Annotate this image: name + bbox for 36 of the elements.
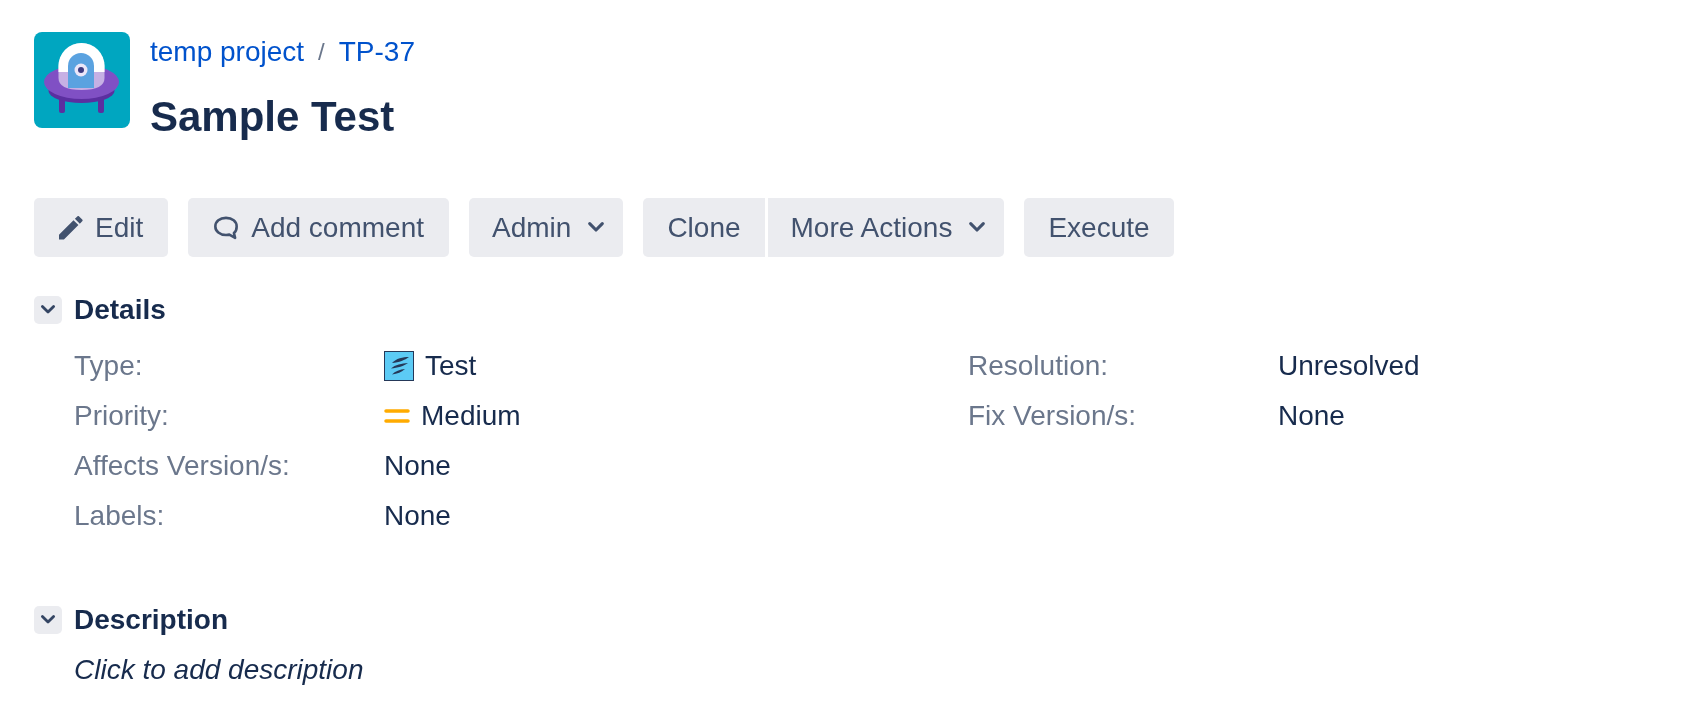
field-value: None [1278,399,1346,433]
field-label: Labels: [74,499,166,533]
field-value: Medium [421,399,521,433]
chevron-down-icon [40,614,56,626]
breadcrumb-link[interactable]: TP-37 [338,31,415,73]
breadcrumb-separator: / [318,37,325,67]
section-heading: Details [74,293,166,327]
feather-tile-icon [384,351,414,381]
toolbar-button[interactable]: Execute [1024,198,1174,257]
flying-saucer-icon [34,32,130,128]
equals-icon [384,408,410,424]
section-heading: Description [74,603,229,637]
field-label: Resolution: [968,349,1110,383]
chevron-down-icon [40,304,56,316]
field-value: None [384,449,452,483]
description-prompt[interactable]: Click to add description [74,654,364,685]
field-value: Unresolved [1278,349,1421,383]
toolbar-button[interactable]: Clone [643,198,765,257]
breadcrumb-link[interactable]: temp project [150,31,305,73]
chevron-down-icon [587,221,606,234]
collapse-toggle[interactable] [34,296,62,324]
toolbar-button[interactable]: Add comment [188,198,449,257]
toolbar-button[interactable]: Edit [34,198,169,257]
field-label: Fix Version/s: [968,399,1138,433]
pencil-icon [59,215,83,240]
dropdown-button[interactable]: Admin [469,198,624,257]
issue-title: Sample Test [150,95,396,139]
field-label: Priority: [74,399,170,433]
speech-bubble-icon [213,215,240,240]
field-value: None [384,499,452,533]
chevron-down-icon [968,221,987,234]
field-label: Type: [74,349,144,383]
collapse-toggle[interactable] [34,606,62,634]
dropdown-button[interactable]: More Actions [767,198,1005,257]
field-value: Test [425,349,477,383]
field-label: Affects Version/s: [74,449,291,483]
